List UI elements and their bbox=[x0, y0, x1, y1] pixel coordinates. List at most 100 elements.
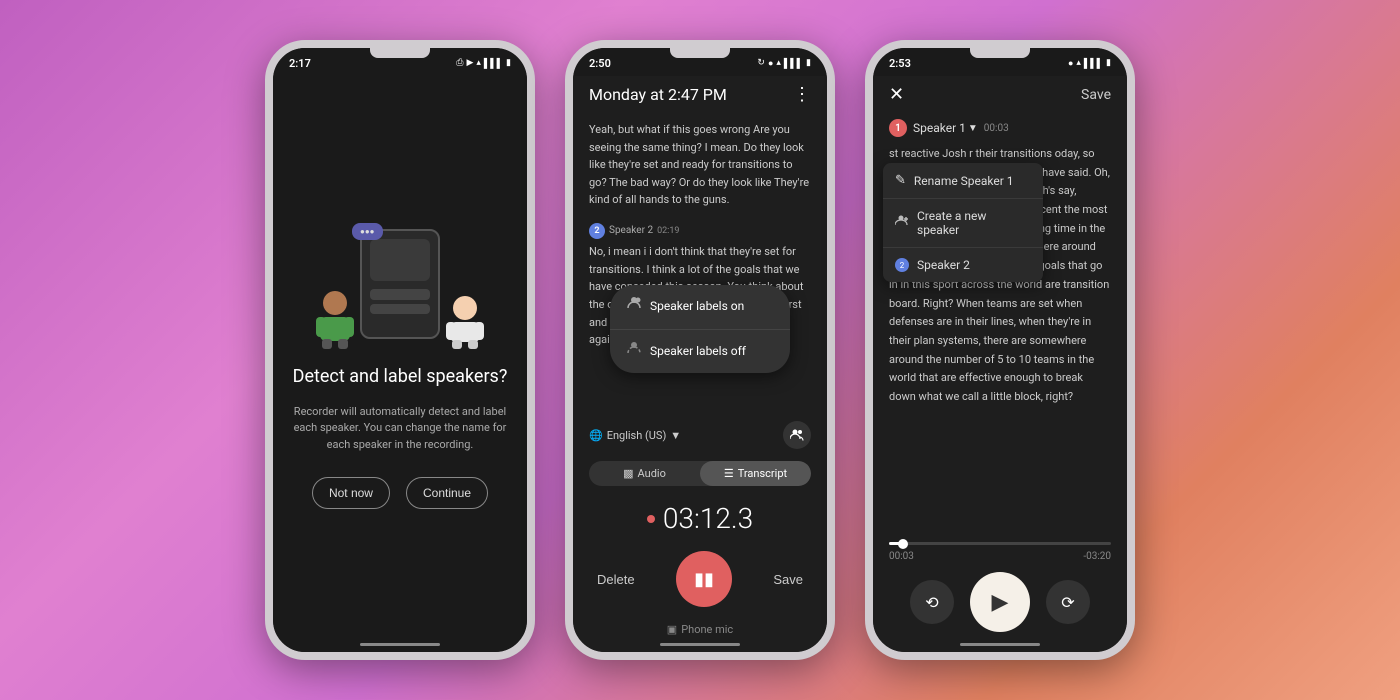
loc-icon2: ● bbox=[768, 58, 773, 69]
phone1-illustration: ●●● bbox=[310, 219, 490, 349]
language-row: 🌐 English (US) ▼ bbox=[573, 413, 827, 457]
add-person-icon bbox=[895, 214, 909, 232]
pause-icon: ▮▮ bbox=[694, 569, 714, 590]
progress-thumb bbox=[898, 539, 908, 549]
status-icons-3: ● ▴ ▌▌▌ ▮ bbox=[1068, 58, 1111, 69]
progress-bar-container[interactable] bbox=[873, 534, 1127, 549]
speaker-labels-popup: Speaker labels on Speaker labels off bbox=[610, 285, 790, 373]
home-indicator-2 bbox=[660, 643, 740, 646]
tab-audio-label: Audio bbox=[638, 467, 666, 480]
notch-1 bbox=[370, 48, 430, 58]
battery-icon2: ▮ bbox=[806, 58, 811, 68]
speaker1-row: 1 Speaker 1 ▼ 00:03 ✎ Rename Speaker 1 C… bbox=[873, 113, 1127, 137]
illus-phone bbox=[360, 229, 440, 339]
signal-icon: ▌▌▌ bbox=[484, 58, 503, 69]
speaker2-time: 02:19 bbox=[657, 224, 679, 238]
speaker2-name: Speaker 2 bbox=[609, 223, 653, 239]
status-time-3: 2:53 bbox=[889, 57, 911, 70]
signal-icon2: ▌▌▌ bbox=[784, 58, 803, 69]
play-button[interactable]: ▶ bbox=[970, 572, 1030, 632]
speaker1-badge: 1 bbox=[889, 119, 907, 137]
notch-2 bbox=[670, 48, 730, 58]
timer-value: 03:12.3 bbox=[663, 502, 753, 535]
status-icons-1: ⎙ ▶ ▴ ▌▌▌ ▮ bbox=[456, 58, 511, 69]
fast-forward-button[interactable]: ⟳ bbox=[1046, 580, 1090, 624]
current-time: 00:03 bbox=[889, 551, 914, 562]
rename-speaker-item[interactable]: ✎ Rename Speaker 1 bbox=[883, 163, 1043, 199]
continue-button[interactable]: Continue bbox=[406, 477, 488, 509]
save-button-phone2[interactable]: Save bbox=[773, 572, 803, 587]
recording-timer: 03:12.3 bbox=[573, 490, 827, 543]
labels-on-text: Speaker labels on bbox=[650, 297, 744, 316]
speaker1-chevron-icon: ▼ bbox=[968, 123, 978, 134]
speaker2-dropdown-item[interactable]: 2 Speaker 2 bbox=[883, 248, 1043, 282]
recording-title: Monday at 2:47 PM bbox=[589, 85, 727, 104]
delete-button[interactable]: Delete bbox=[597, 572, 635, 587]
language-flag-icon: 🌐 bbox=[589, 429, 603, 442]
rename-speaker-label: Rename Speaker 1 bbox=[914, 174, 1014, 188]
status-time-2: 2:50 bbox=[589, 57, 611, 70]
labels-off-icon bbox=[626, 340, 642, 363]
rewind-icon: ⟲ bbox=[925, 593, 938, 612]
wifi-icon3: ▴ bbox=[1076, 58, 1081, 68]
recording-header: Monday at 2:47 PM ⋮ bbox=[573, 76, 827, 113]
speaker2-badge-dropdown: 2 bbox=[895, 258, 909, 272]
notch-3 bbox=[970, 48, 1030, 58]
wifi-icon: ▴ bbox=[476, 58, 481, 68]
loc-icon3: ● bbox=[1068, 58, 1073, 69]
rewind-button[interactable]: ⟲ bbox=[910, 580, 954, 624]
location-icon: ▶ bbox=[466, 58, 473, 68]
audio-transcript-tabs: ▩ Audio ☰ Transcript bbox=[589, 461, 811, 486]
bluetooth-icon: ⎙ bbox=[456, 58, 463, 68]
sync-icon: ↻ bbox=[757, 58, 765, 68]
battery-icon: ▮ bbox=[506, 58, 511, 68]
transcript-text-1: Yeah, but what if this goes wrong Are yo… bbox=[589, 121, 811, 209]
speaker2-number: 2 bbox=[589, 223, 605, 239]
phone1-title: Detect and label speakers? bbox=[293, 365, 508, 388]
new-speaker-label: Create a new speaker bbox=[917, 209, 1031, 237]
play-icon: ▶ bbox=[992, 590, 1009, 615]
new-speaker-item[interactable]: Create a new speaker bbox=[883, 199, 1043, 248]
status-time-1: 2:17 bbox=[289, 57, 311, 70]
more-options-icon[interactable]: ⋮ bbox=[793, 84, 811, 105]
home-indicator-3 bbox=[960, 643, 1040, 646]
labels-on-item[interactable]: Speaker labels on bbox=[610, 285, 790, 329]
phone1-desc: Recorder will automatically detect and l… bbox=[289, 404, 511, 454]
signal-icon3: ▌▌▌ bbox=[1084, 58, 1103, 69]
progress-track[interactable] bbox=[889, 542, 1111, 545]
tab-audio[interactable]: ▩ Audio bbox=[589, 461, 700, 486]
not-now-button[interactable]: Not now bbox=[312, 477, 390, 509]
phone3-header: ✕ Save bbox=[873, 76, 1127, 113]
speakers-icon-button[interactable] bbox=[783, 421, 811, 449]
save-button-phone3[interactable]: Save bbox=[1081, 87, 1111, 103]
speaker1-name-button[interactable]: Speaker 1 ▼ bbox=[913, 121, 978, 135]
person-left-icon bbox=[314, 289, 356, 349]
wifi-icon2: ▴ bbox=[776, 58, 781, 68]
language-pill[interactable]: 🌐 English (US) ▼ bbox=[589, 429, 681, 442]
status-icons-2: ↻ ● ▴ ▌▌▌ ▮ bbox=[757, 58, 811, 69]
labels-on-icon bbox=[626, 295, 642, 318]
phone-mic-label: Phone mic bbox=[681, 623, 733, 636]
battery-icon3: ▮ bbox=[1106, 58, 1111, 68]
tab-transcript-label: Transcript bbox=[738, 467, 787, 480]
speaker-dropdown-popup: ✎ Rename Speaker 1 Create a new speaker … bbox=[883, 163, 1043, 282]
playback-controls: ⟲ ▶ ⟳ bbox=[873, 564, 1127, 652]
fast-forward-icon: ⟳ bbox=[1061, 593, 1074, 612]
phone1-main: ●●● Detect and label speakers? bbox=[273, 76, 527, 652]
close-button[interactable]: ✕ bbox=[889, 84, 904, 105]
speaker2-badge: 2 Speaker 2 02:19 bbox=[589, 223, 679, 239]
person-right-icon bbox=[444, 294, 486, 349]
recording-controls: Delete ▮▮ Save bbox=[573, 543, 827, 623]
phone-mic-row: ▣ Phone mic bbox=[573, 623, 827, 652]
tab-transcript[interactable]: ☰ Transcript bbox=[700, 461, 811, 486]
labels-off-item[interactable]: Speaker labels off bbox=[610, 330, 790, 373]
audio-icon: ▩ bbox=[623, 467, 633, 480]
remaining-time: -03:20 bbox=[1083, 551, 1111, 562]
transcript-area: Yeah, but what if this goes wrong Are yo… bbox=[573, 113, 827, 413]
phone-1: 2:17 ⎙ ▶ ▴ ▌▌▌ ▮ ●●● bbox=[265, 40, 535, 660]
pause-button[interactable]: ▮▮ bbox=[676, 551, 732, 607]
time-row: 00:03 -03:20 bbox=[873, 549, 1127, 564]
phone1-buttons: Not now Continue bbox=[312, 477, 488, 509]
transcript-icon: ☰ bbox=[724, 467, 734, 480]
labels-off-text: Speaker labels off bbox=[650, 342, 746, 361]
